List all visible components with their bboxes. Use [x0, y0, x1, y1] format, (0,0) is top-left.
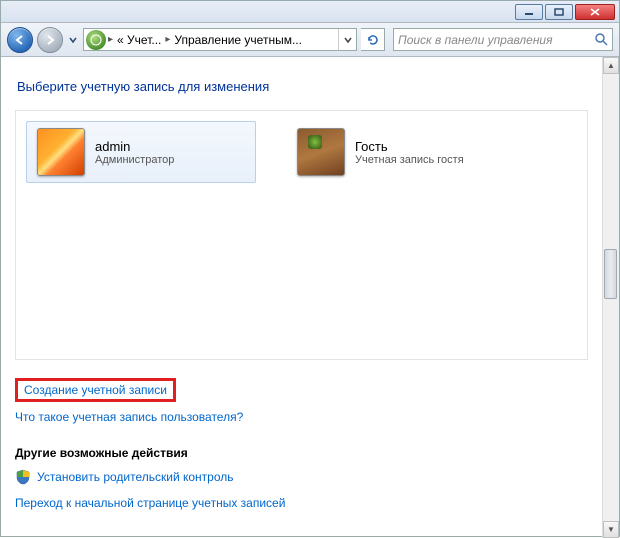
account-guest[interactable]: Гость Учетная запись гостя: [286, 121, 516, 183]
back-button[interactable]: [7, 27, 33, 53]
refresh-button[interactable]: [361, 28, 385, 51]
account-name: admin: [95, 139, 174, 154]
control-panel-icon: [86, 30, 106, 50]
parental-control-row: Установить родительский контроль: [15, 466, 588, 488]
go-home-row: Переход к начальной странице учетных зап…: [15, 492, 588, 514]
search-icon: [594, 32, 608, 49]
go-home-link[interactable]: Переход к начальной странице учетных зап…: [15, 496, 285, 510]
links-block: Создание учетной записи Что такое учетна…: [15, 374, 588, 428]
shield-icon: [15, 469, 31, 485]
search-placeholder: Поиск в панели управления: [398, 33, 553, 47]
account-role: Администратор: [95, 154, 174, 166]
search-input[interactable]: Поиск в панели управления: [393, 28, 613, 51]
breadcrumb[interactable]: ▸ « Учет... ▸ Управление учетным...: [83, 28, 357, 51]
main-panel: Выберите учетную запись для изменения ad…: [1, 57, 602, 538]
titlebar: [1, 1, 619, 23]
avatar: [297, 128, 345, 176]
other-actions-title: Другие возможные действия: [15, 446, 588, 460]
content-area: Выберите учетную запись для изменения ad…: [1, 57, 619, 538]
address-bar-row: ▸ « Учет... ▸ Управление учетным... Поис…: [1, 23, 619, 57]
whatis-account-link[interactable]: Что такое учетная запись пользователя?: [15, 410, 243, 424]
breadcrumb-dropdown[interactable]: [338, 29, 356, 50]
breadcrumb-seg-2[interactable]: Управление учетным...: [170, 33, 306, 47]
minimize-button[interactable]: [515, 4, 543, 20]
breadcrumb-seg-1[interactable]: « Учет...: [113, 33, 165, 47]
maximize-button[interactable]: [545, 4, 573, 20]
forward-button[interactable]: [37, 27, 63, 53]
scroll-up-button[interactable]: ▲: [603, 57, 619, 74]
close-button[interactable]: [575, 4, 615, 20]
account-admin[interactable]: admin Администратор: [26, 121, 256, 183]
parental-control-link[interactable]: Установить родительский контроль: [37, 470, 234, 484]
page-title: Выберите учетную запись для изменения: [17, 79, 588, 94]
avatar: [37, 128, 85, 176]
account-role: Учетная запись гостя: [355, 154, 464, 166]
nav-history-dropdown[interactable]: [67, 27, 79, 53]
vertical-scrollbar[interactable]: ▲ ▼: [602, 57, 619, 538]
scroll-thumb[interactable]: [604, 249, 617, 299]
scroll-down-button[interactable]: ▼: [603, 521, 619, 538]
accounts-container: admin Администратор Гость Учетная запись…: [15, 110, 588, 360]
create-account-link[interactable]: Создание учетной записи: [15, 378, 176, 402]
account-name: Гость: [355, 139, 464, 154]
